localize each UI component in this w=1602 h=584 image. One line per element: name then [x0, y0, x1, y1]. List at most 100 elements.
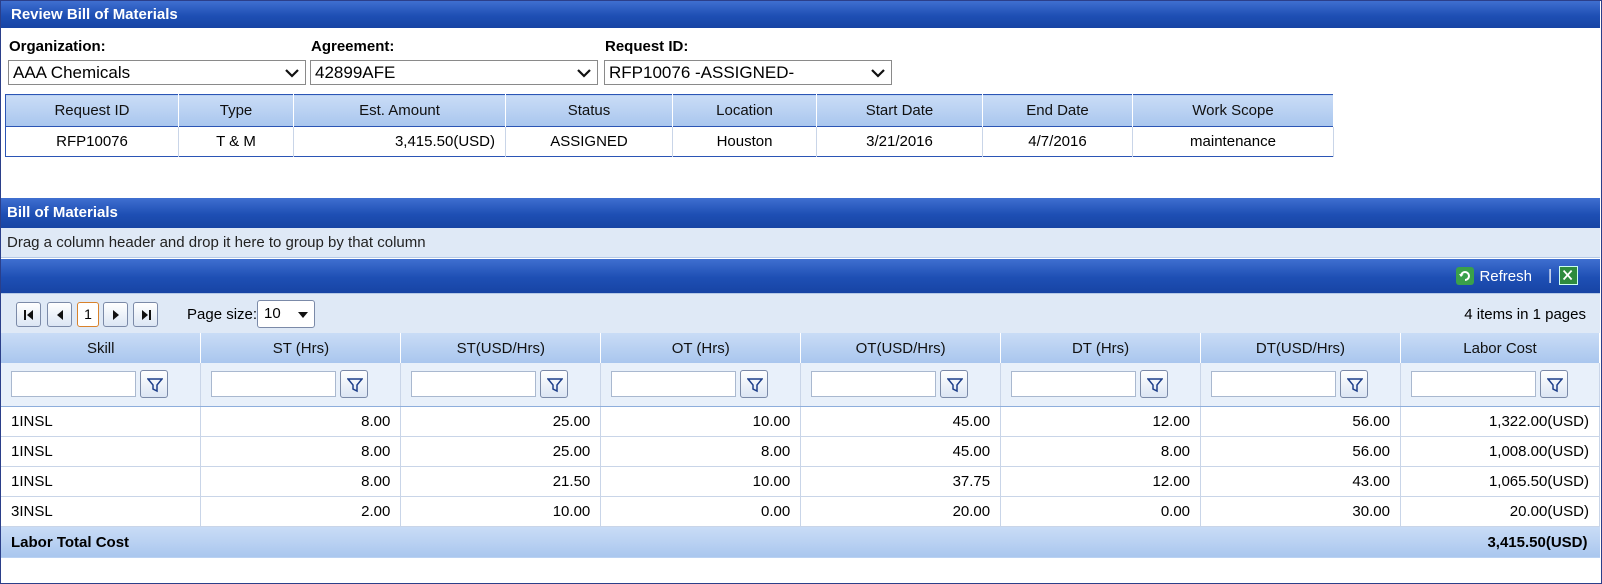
filter-icon [747, 378, 764, 393]
page-title: Review Bill of Materials [1, 1, 1600, 28]
value-cell: 10.00 [400, 496, 602, 527]
chevron-down-icon [577, 69, 591, 78]
value-cell: 30.00 [1200, 496, 1401, 527]
filter-input[interactable] [811, 371, 937, 398]
request-id-cell: RFP10076 [5, 126, 179, 157]
filter-input[interactable] [11, 371, 136, 398]
value-cell: 12.00 [1000, 466, 1202, 497]
bom-section-title: Bill of Materials [1, 198, 1600, 228]
filter-input[interactable] [1410, 371, 1536, 398]
group-by-drop-zone[interactable]: Drag a column header and drop it here to… [1, 228, 1600, 258]
filter-input[interactable] [211, 371, 337, 398]
organization-select-value: AAA Chemicals [13, 63, 131, 82]
value-cell: 43.00 [1200, 466, 1401, 497]
col-est-amount: Est. Amount [293, 94, 506, 127]
col-ot-rate[interactable]: OT(USD/Hrs) [800, 333, 1002, 363]
value-cell: 10.00 [600, 406, 802, 437]
dropdown-arrow-icon [298, 312, 308, 318]
page-size-select[interactable]: 10 [257, 300, 315, 328]
value-cell: 12.00 [1000, 406, 1202, 437]
col-dt-hrs[interactable]: DT (Hrs) [1000, 333, 1202, 363]
filter-cell [400, 363, 602, 407]
filter-button[interactable] [540, 370, 569, 399]
filter-button[interactable] [940, 370, 969, 399]
value-cell: 45.00 [800, 406, 1002, 437]
labor-total-value: 3,415.50(USD) [800, 525, 1600, 558]
request-summary-table: Request ID Type Est. Amount Status Locat… [5, 94, 1334, 157]
filter-button[interactable] [1140, 370, 1169, 399]
filter-input[interactable] [411, 371, 537, 398]
table-row[interactable]: 3INSL 2.00 10.00 0.00 20.00 0.00 30.00 20.00(US… [1, 496, 1601, 527]
col-ot-hrs[interactable]: OT (Hrs) [600, 333, 802, 363]
chevron-down-icon [871, 69, 885, 78]
value-cell: 1,322.00(USD) [1400, 406, 1601, 437]
col-location: Location [672, 94, 817, 127]
bom-grid: Skill ST (Hrs) ST(USD/Hrs) OT (Hrs) OT(U… [1, 333, 1601, 558]
grid-toolbar: Refresh | [1, 259, 1600, 293]
col-dt-rate[interactable]: DT(USD/Hrs) [1200, 333, 1401, 363]
filter-cell [1, 363, 202, 407]
request-id-select-value: RFP10076 -ASSIGNED- [609, 63, 795, 82]
prev-page-button[interactable] [47, 302, 72, 327]
value-cell: 8.00 [600, 436, 802, 467]
filter-icon [1147, 378, 1164, 393]
col-labor-cost[interactable]: Labor Cost [1400, 333, 1601, 363]
export-excel-icon[interactable] [1559, 266, 1578, 285]
table-row[interactable]: 1INSL 8.00 25.00 10.00 45.00 12.00 56.00 1,322.… [1, 406, 1601, 437]
last-page-icon [141, 310, 151, 320]
type-cell: T & M [178, 126, 294, 157]
filter-button[interactable] [340, 370, 369, 399]
footer-row: Labor Total Cost 3,415.50(USD) [1, 525, 1600, 558]
pager-bar: 1 Page size: 10 4 items in 1 pages [1, 293, 1600, 333]
filter-button[interactable] [140, 370, 168, 399]
request-id-select[interactable]: RFP10076 -ASSIGNED- [604, 60, 892, 85]
col-work-scope: Work Scope [1132, 94, 1334, 127]
value-cell: 10.00 [600, 466, 802, 497]
filter-button[interactable] [1539, 370, 1568, 399]
value-cell: 1,008.00(USD) [1400, 436, 1601, 467]
est-amount-cell: 3,415.50(USD) [293, 126, 506, 157]
agreement-select-value: 42899AFE [315, 63, 396, 82]
col-st-rate[interactable]: ST(USD/Hrs) [400, 333, 602, 363]
value-cell: 0.00 [1000, 496, 1202, 527]
next-page-button[interactable] [103, 302, 128, 327]
prev-page-icon [56, 310, 63, 320]
agreement-select[interactable]: 42899AFE [310, 60, 598, 85]
skill-cell: 3INSL [1, 496, 202, 527]
first-page-button[interactable] [16, 302, 41, 327]
value-cell: 56.00 [1200, 436, 1401, 467]
value-cell: 8.00 [200, 436, 402, 467]
pager-info: 4 items in 1 pages [1464, 306, 1586, 323]
filter-icon [1347, 378, 1364, 393]
filter-icon [347, 378, 364, 393]
filter-input[interactable] [1011, 371, 1137, 398]
refresh-icon [1456, 267, 1475, 285]
organization-label: Organization: [9, 38, 106, 55]
filter-cell [600, 363, 802, 407]
labor-total-label: Labor Total Cost [1, 525, 801, 558]
filter-input[interactable] [1211, 371, 1337, 398]
skill-cell: 1INSL [1, 466, 202, 497]
filter-button[interactable] [740, 370, 769, 399]
page-size-value: 10 [264, 305, 281, 322]
filter-cell [1000, 363, 1202, 407]
chevron-down-icon [285, 69, 299, 78]
organization-select[interactable]: AAA Chemicals [8, 60, 306, 85]
table-row[interactable]: 1INSL 8.00 21.50 10.00 37.75 12.00 43.00 1,065.… [1, 466, 1601, 497]
last-page-button[interactable] [133, 302, 158, 327]
filter-icon [1546, 378, 1563, 393]
filter-input[interactable] [611, 371, 737, 398]
current-page-button[interactable]: 1 [77, 302, 99, 327]
filter-button[interactable] [1340, 370, 1369, 399]
agreement-label: Agreement: [311, 38, 395, 55]
col-st-hrs[interactable]: ST (Hrs) [200, 333, 402, 363]
filter-row [1, 363, 1601, 407]
value-cell: 20.00 [800, 496, 1002, 527]
refresh-button[interactable]: Refresh [1456, 267, 1532, 285]
toolbar-separator: | [1548, 267, 1552, 284]
table-row[interactable]: RFP10076 T & M 3,415.50(USD) ASSIGNED Ho… [5, 126, 1334, 157]
table-row[interactable]: 1INSL 8.00 25.00 8.00 45.00 8.00 56.00 1,008.00… [1, 436, 1601, 467]
first-page-icon [23, 310, 33, 320]
end-date-cell: 4/7/2016 [982, 126, 1133, 157]
col-skill[interactable]: Skill [1, 333, 202, 363]
